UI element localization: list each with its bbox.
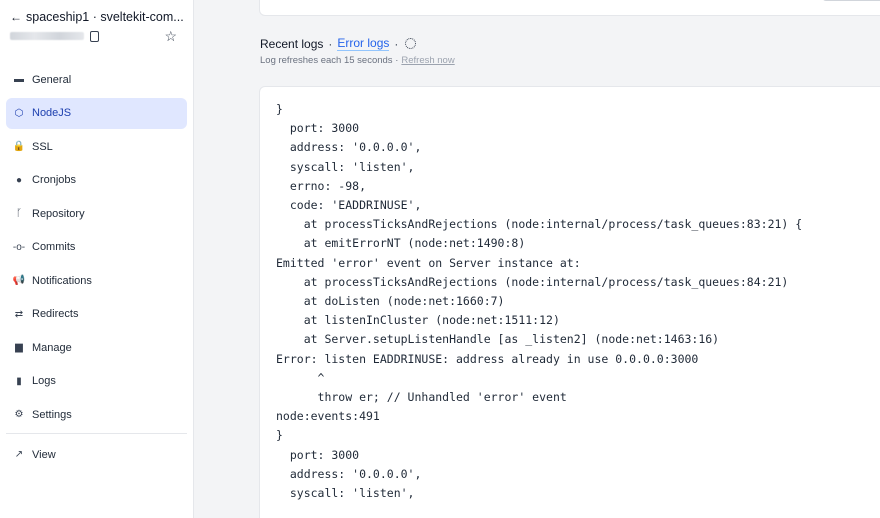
sidebar-item-general[interactable]: ▬ General bbox=[6, 64, 187, 95]
log-output[interactable]: } port: 3000 address: '0.0.0.0', syscall… bbox=[259, 86, 880, 518]
log-line: } bbox=[276, 428, 283, 443]
site-header: ← spaceship1 · sveltekit-com... ☆ bbox=[0, 0, 193, 56]
log-line: Emitted 'error' event on Server instance… bbox=[276, 255, 581, 270]
redacted-domain bbox=[10, 32, 84, 40]
back-link[interactable]: ← spaceship1 · sveltekit-com... bbox=[10, 10, 183, 24]
sidebar-item-label: Repository bbox=[32, 207, 85, 220]
sidebar-item-label: Redirects bbox=[32, 308, 79, 320]
sidebar-item-repository[interactable]: ᚴ Repository bbox=[6, 198, 187, 229]
log-line: at emitErrorNT (node:net:1490:8) bbox=[276, 236, 526, 251]
sidebar-item-label: General bbox=[32, 73, 72, 86]
log-line: } bbox=[276, 102, 283, 116]
log-line: at listenInCluster (node:net:1511:12) bbox=[276, 313, 560, 328]
log-line: address: '0.0.0.0', bbox=[276, 140, 422, 155]
log-line: at Server.setupListenHandle [as _listen2… bbox=[276, 332, 720, 347]
log-line: at processTicksAndRejections (node:inter… bbox=[276, 274, 789, 289]
sidebar-item-manage[interactable]: ▆ Manage bbox=[6, 332, 187, 363]
sidebar-item-label: Cronjobs bbox=[32, 174, 77, 186]
sidebar-item-label: Notifications bbox=[32, 274, 92, 287]
separator: · bbox=[328, 36, 333, 51]
sidebar-nav: ▬ General ⬡ NodeJS 🔒 SSL ● Cronjobs ᚴ Repository -… bbox=[0, 64, 193, 470]
sidebar-item-nodejs[interactable]: ⬡ NodeJS bbox=[6, 97, 187, 129]
log-line: address: '0.0.0.0', bbox=[276, 466, 422, 481]
arrow-left-icon: ← bbox=[10, 10, 22, 24]
top-card bbox=[259, 0, 880, 16]
copy-icon[interactable] bbox=[90, 30, 99, 42]
sidebar-item-ssl[interactable]: 🔒 SSL bbox=[6, 131, 187, 162]
log-line: port: 3000 bbox=[276, 447, 360, 462]
log-line: errno: -98, bbox=[276, 178, 367, 193]
log-line: code: 'EADDRINUSE', bbox=[276, 198, 422, 213]
loading-spinner-icon bbox=[405, 38, 417, 49]
lock-icon: 🔒 bbox=[12, 141, 26, 152]
main-content: Recent logs · Error logs · Log refreshes… bbox=[195, 0, 880, 518]
log-line: port: 3000 bbox=[276, 121, 360, 136]
sidebar-item-view[interactable]: ↗ View bbox=[6, 439, 187, 470]
sidebar: ← spaceship1 · sveltekit-com... ☆ ▬ Gener… bbox=[0, 0, 194, 518]
commit-icon: -o- bbox=[12, 241, 26, 253]
sidebar-item-notifications[interactable]: 📢 Notifications bbox=[6, 265, 187, 296]
top-input[interactable] bbox=[822, 0, 880, 1]
error-logs-link[interactable]: Error logs bbox=[337, 36, 390, 51]
sidebar-item-label: View bbox=[32, 448, 56, 461]
separator: · bbox=[394, 36, 399, 51]
sidebar-item-commits[interactable]: -o- Commits bbox=[6, 232, 187, 263]
log-line: at doListen (node:net:1660:7) bbox=[276, 294, 505, 309]
log-line: throw er; // Unhandled 'error' event bbox=[276, 390, 567, 405]
nodejs-icon: ⬡ bbox=[14, 107, 24, 119]
log-line: syscall: 'listen', bbox=[276, 486, 415, 501]
sidebar-item-label: SSL bbox=[32, 140, 53, 153]
megaphone-icon: 📢 bbox=[12, 275, 26, 286]
browser-icon: ▬ bbox=[14, 74, 24, 85]
refresh-info-text: Log refreshes each 15 seconds · bbox=[260, 55, 399, 66]
nav-divider bbox=[6, 433, 187, 434]
log-line: ^ bbox=[276, 370, 325, 385]
sidebar-item-settings[interactable]: ⚙ Settings bbox=[6, 399, 187, 430]
document-icon: ▮ bbox=[16, 375, 22, 387]
sidebar-item-label: NodeJS bbox=[32, 107, 72, 119]
site-title: spaceship1 · sveltekit-com... bbox=[26, 10, 183, 24]
sidebar-item-cronjobs[interactable]: ● Cronjobs bbox=[6, 165, 187, 196]
arrows-exchange-icon: ⇄ bbox=[14, 308, 24, 320]
refresh-now-link[interactable]: Refresh now bbox=[401, 55, 454, 66]
sidebar-item-label: Manage bbox=[32, 341, 72, 354]
refresh-info: Log refreshes each 15 seconds · Refresh n… bbox=[260, 55, 455, 66]
logs-header: Recent logs · Error logs · bbox=[260, 36, 417, 51]
log-line: at processTicksAndRejections (node:inter… bbox=[276, 217, 803, 232]
sidebar-item-label: Logs bbox=[32, 375, 56, 387]
log-line: node:events:491 bbox=[276, 409, 380, 424]
log-line: Error: listen EADDRINUSE: address alread… bbox=[276, 351, 699, 366]
sidebar-item-redirects[interactable]: ⇄ Redirects bbox=[6, 299, 187, 330]
log-line: syscall: 'listen', bbox=[276, 159, 415, 174]
sidebar-item-label: Settings bbox=[32, 408, 72, 421]
sidebar-item-logs[interactable]: ▮ Logs bbox=[6, 366, 187, 397]
gears-icon: ⚙ bbox=[14, 409, 24, 420]
briefcase-icon: ▆ bbox=[15, 342, 23, 353]
clock-icon: ● bbox=[15, 174, 23, 186]
external-link-icon: ↗ bbox=[14, 449, 24, 460]
sidebar-item-label: Commits bbox=[32, 241, 76, 253]
recent-logs-title: Recent logs bbox=[260, 36, 324, 51]
star-icon[interactable]: ☆ bbox=[164, 28, 177, 44]
branch-icon: ᚴ bbox=[16, 208, 22, 219]
log-text: } port: 3000 address: '0.0.0.0', syscall… bbox=[260, 87, 880, 503]
